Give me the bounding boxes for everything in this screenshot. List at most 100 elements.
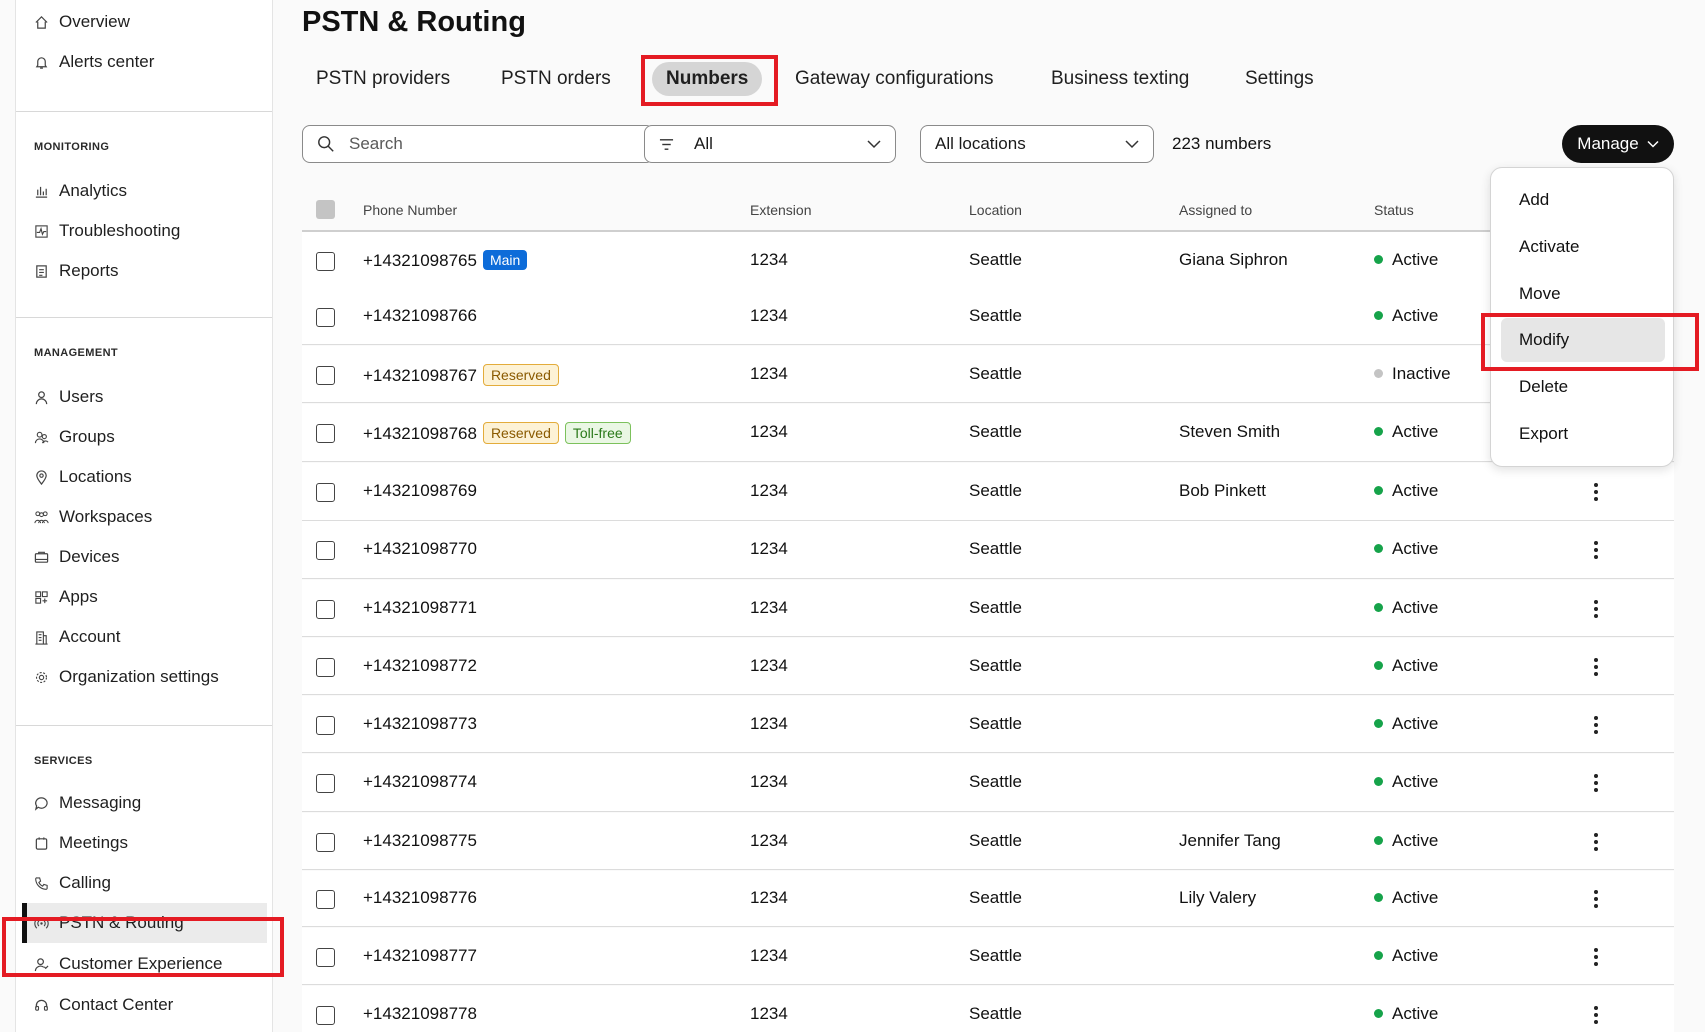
tab-pstn-providers[interactable]: PSTN providers (316, 62, 450, 96)
building-icon (33, 629, 49, 645)
row-checkbox[interactable] (316, 365, 335, 385)
sidebar-item-messaging[interactable]: Messaging (16, 783, 272, 823)
more-options-icon[interactable] (1586, 773, 1606, 793)
more-options-icon[interactable] (1586, 599, 1606, 619)
sidebar-item-calling[interactable]: Calling (16, 863, 272, 903)
table-row[interactable]: +14321098774 1234 Seattle Active (302, 754, 1674, 812)
sidebar-item-devices[interactable]: Devices (16, 537, 272, 577)
row-checkbox[interactable] (316, 890, 335, 909)
search-input[interactable] (349, 134, 629, 154)
menu-item-activate[interactable]: Activate (1501, 225, 1665, 269)
tab-pstn-orders[interactable]: PSTN orders (501, 62, 611, 96)
menu-item-add[interactable]: Add (1501, 178, 1665, 222)
table-row[interactable]: +14321098776 1234 Seattle Lily Valery Active (302, 871, 1674, 927)
more-options-icon[interactable] (1586, 657, 1606, 677)
status-text: Active (1392, 481, 1439, 500)
table-row[interactable]: +14321098766 1234 Seattle Active (302, 288, 1674, 345)
sidebar-item-workspaces[interactable]: Workspaces (16, 497, 272, 537)
column-header-status[interactable]: Status (1374, 202, 1414, 218)
apps-icon (33, 589, 49, 605)
manage-button[interactable]: Manage (1562, 125, 1674, 163)
row-checkbox[interactable] (316, 251, 335, 271)
sidebar-item-reports[interactable]: Reports (16, 251, 272, 291)
more-options-icon[interactable] (1586, 715, 1606, 735)
row-checkbox[interactable] (316, 541, 335, 560)
phone-number-cell: +14321098774 (363, 772, 477, 792)
column-header-phone[interactable]: Phone Number (363, 202, 457, 218)
row-checkbox[interactable] (316, 947, 335, 967)
sidebar-item-locations[interactable]: Locations (16, 457, 272, 497)
sidebar-section-title: MONITORING (34, 141, 110, 153)
sidebar-item-users[interactable]: Users (16, 377, 272, 417)
table-row[interactable]: +14321098778 1234 Seattle Active (302, 986, 1674, 1032)
sidebar-item-meetings[interactable]: Meetings (16, 823, 272, 863)
table-row[interactable]: +14321098775 1234 Seattle Jennifer Tang Acti… (302, 813, 1674, 870)
search-box[interactable] (302, 125, 654, 163)
table-row[interactable]: +14321098777 1234 Seattle Active (302, 928, 1674, 985)
menu-item-export[interactable]: Export (1501, 412, 1665, 456)
table-row[interactable]: +14321098770 1234 Seattle Active (302, 521, 1674, 579)
table-row[interactable]: +14321098773 1234 Seattle Active (302, 696, 1674, 753)
table-row[interactable]: +14321098768 Reserved Toll-free 1234 Seattle… (302, 404, 1674, 462)
more-options-icon[interactable] (1586, 832, 1606, 852)
status-filter-dropdown[interactable]: All (644, 125, 896, 163)
row-checkbox[interactable] (316, 307, 335, 327)
column-header-location[interactable]: Location (969, 202, 1022, 218)
column-header-assigned[interactable]: Assigned to (1179, 202, 1252, 218)
row-checkbox[interactable] (316, 1006, 335, 1025)
row-checkbox[interactable] (316, 832, 335, 852)
sidebar-item-troubleshooting[interactable]: Troubleshooting (16, 211, 272, 251)
extension-cell: 1234 (750, 305, 788, 325)
sidebar-item-alerts-center[interactable]: Alerts center (16, 42, 272, 82)
menu-item-delete[interactable]: Delete (1501, 365, 1665, 409)
row-checkbox[interactable] (316, 715, 335, 735)
sidebar-item-customer-experience[interactable]: Customer Experience (16, 944, 272, 984)
status-dot (1374, 368, 1383, 378)
sidebar-item-contact-center[interactable]: Contact Center (16, 985, 272, 1025)
status-dot (1374, 660, 1383, 670)
location-dropdown[interactable]: All locations (920, 125, 1154, 163)
more-options-icon[interactable] (1586, 1005, 1606, 1025)
table-row[interactable]: +14321098769 1234 Seattle Bob Pinkett Active (302, 463, 1674, 521)
column-header-extension[interactable]: Extension (750, 202, 811, 218)
more-options-icon[interactable] (1586, 889, 1606, 909)
sidebar-item-overview[interactable]: Overview (16, 2, 272, 42)
table-row[interactable]: +14321098771 1234 Seattle Active (302, 580, 1674, 637)
more-options-icon[interactable] (1586, 540, 1606, 560)
menu-item-move[interactable]: Move (1501, 272, 1665, 316)
status-cell: Active (1374, 772, 1438, 792)
row-checkbox[interactable] (316, 483, 335, 502)
row-checkbox[interactable] (316, 657, 335, 677)
sidebar-item-organization-settings[interactable]: Organization settings (16, 657, 272, 697)
table-row[interactable]: +14321098765 Main 1234 Seattle Giana Siphron… (302, 232, 1674, 289)
sidebar-item-label: Reports (59, 261, 119, 280)
more-options-icon[interactable] (1586, 947, 1606, 967)
sidebar-item-account[interactable]: Account (16, 617, 272, 657)
calendar-icon (33, 835, 49, 851)
sidebar-item-groups[interactable]: Groups (16, 417, 272, 457)
location-cell: Seattle (969, 481, 1022, 500)
menu-item-modify[interactable]: Modify (1501, 318, 1665, 362)
sidebar-divider (16, 111, 272, 112)
table-row[interactable]: +14321098767 Reserved 1234 Seattle Inactive (302, 346, 1674, 403)
sidebar-item-analytics[interactable]: Analytics (16, 171, 272, 211)
sidebar-item-label: Groups (59, 427, 115, 446)
sidebar-item-pstn-routing[interactable]: PSTN & Routing (22, 903, 267, 943)
chat-bubble-icon (33, 795, 49, 811)
tab-gateway-configurations[interactable]: Gateway configurations (795, 62, 994, 96)
select-all-checkbox[interactable] (316, 200, 335, 219)
row-checkbox[interactable] (316, 424, 335, 443)
sidebar-item-apps[interactable]: Apps (16, 577, 272, 617)
reserved-badge: Reserved (482, 422, 559, 444)
status-cell: Active (1374, 656, 1438, 676)
status-dot (1374, 1009, 1383, 1018)
tab-settings[interactable]: Settings (1245, 62, 1314, 96)
row-checkbox[interactable] (316, 599, 335, 619)
tab-numbers[interactable]: Numbers (652, 62, 763, 96)
location-value: All locations (935, 134, 1026, 153)
table-row[interactable]: +14321098772 1234 Seattle Active (302, 638, 1674, 695)
more-options-icon[interactable] (1586, 482, 1606, 502)
tab-business-texting[interactable]: Business texting (1051, 62, 1189, 96)
customer-icon (33, 956, 49, 972)
row-checkbox[interactable] (316, 774, 335, 793)
